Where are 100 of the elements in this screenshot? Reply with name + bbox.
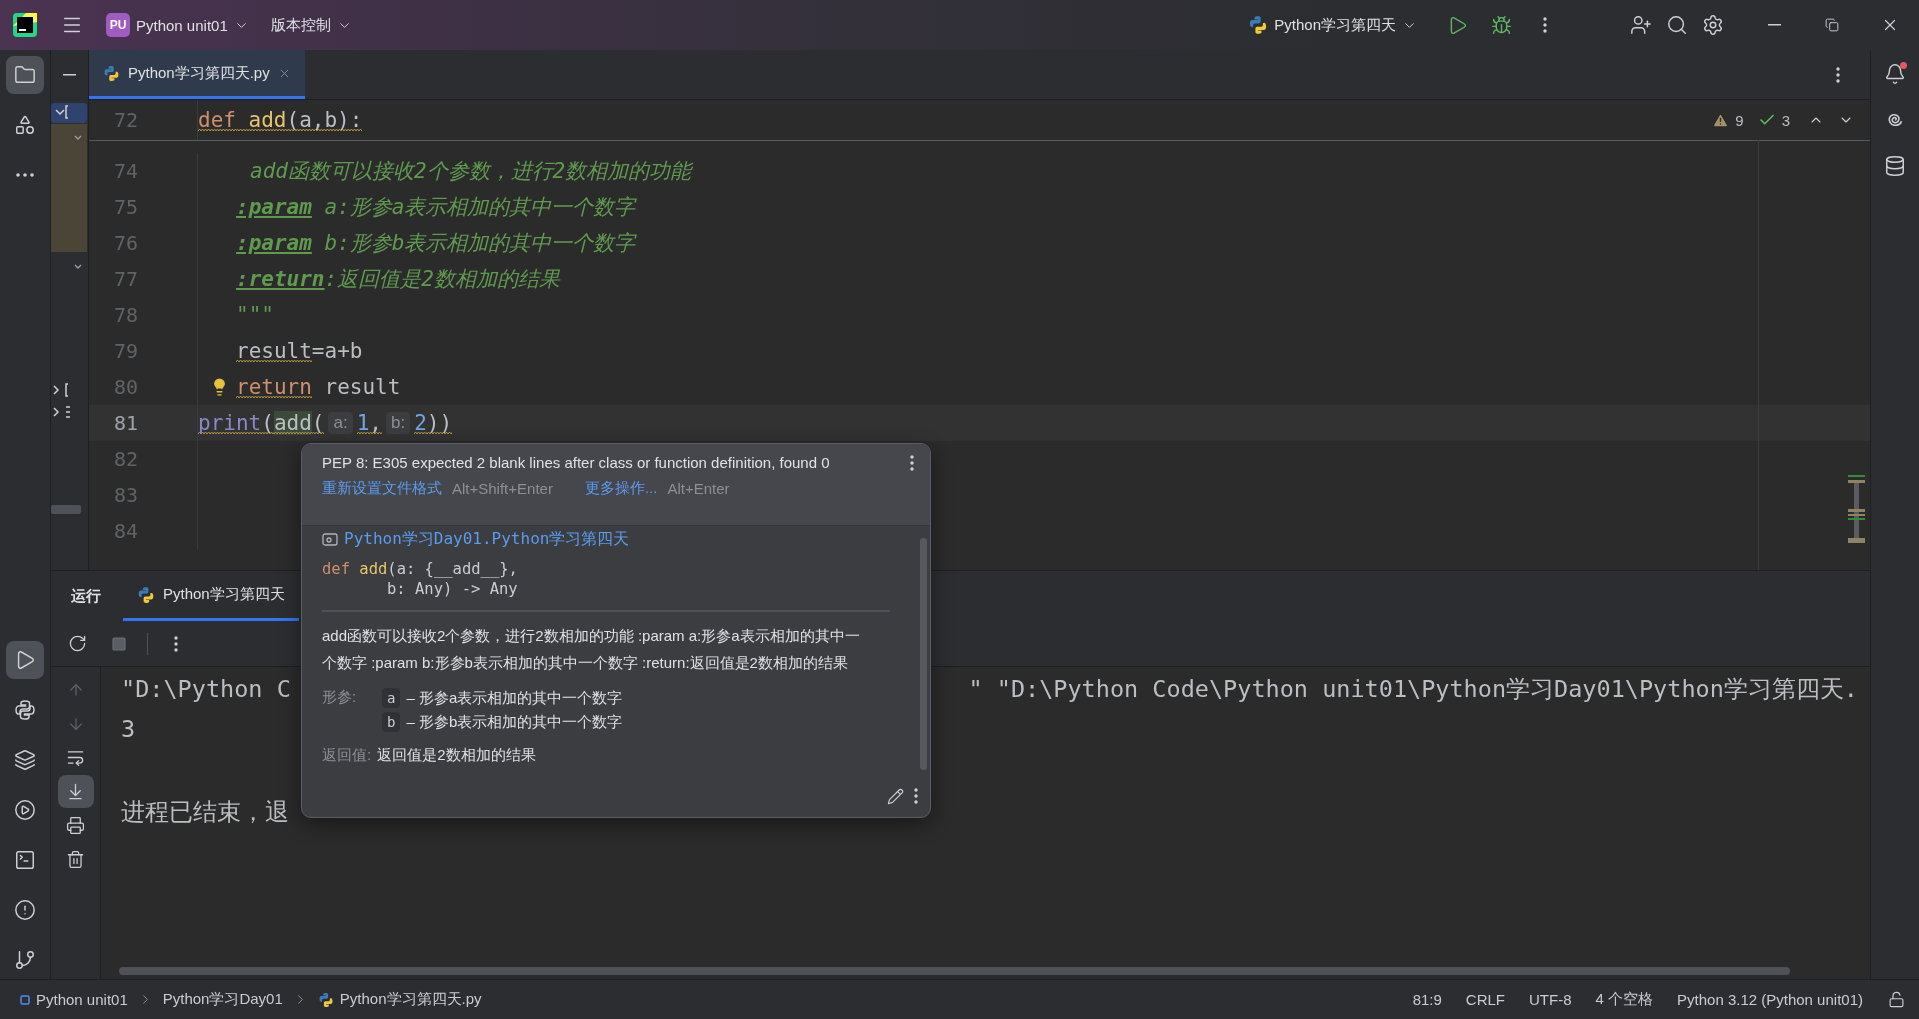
scroll-to-end-button[interactable] — [57, 775, 94, 808]
database-icon — [1884, 155, 1906, 177]
code-token: result — [236, 339, 312, 363]
parameter-hint: a: — [328, 412, 353, 434]
module-icon — [322, 532, 338, 546]
line-number: 81 — [112, 411, 138, 435]
console-text: 进程已结束，退 — [121, 797, 289, 828]
python-icon — [14, 699, 36, 721]
code-token: add — [273, 411, 312, 435]
problem-description: PEP 8: E305 expected 2 blank lines after class or function definition, found 0 — [322, 454, 830, 471]
line-number: 80 — [112, 375, 138, 399]
wrap-icon — [66, 748, 85, 767]
unread-dot — [1900, 62, 1907, 69]
project-name: Python unit01 — [136, 16, 228, 34]
run-configuration-selector[interactable]: Python学习第四天 — [1240, 9, 1425, 41]
restore-icon — [1825, 18, 1839, 32]
bug-icon — [1490, 14, 1512, 36]
breadcrumb-label: Python学习第四天.py — [339, 990, 482, 1009]
code-token: """ — [236, 303, 274, 327]
search-icon — [1666, 14, 1688, 36]
run-configuration-name: Python学习第四天 — [1274, 15, 1396, 35]
code-token: print — [198, 411, 262, 435]
returns-label: 返回值: — [322, 746, 372, 765]
code-token: 2 — [414, 411, 427, 435]
shortcut-hint: Alt+Enter — [667, 480, 730, 497]
rerun-icon — [67, 634, 87, 653]
line-number: 77 — [112, 267, 138, 291]
breadcrumb[interactable]: Python unit01 — [16, 989, 132, 1010]
run-tab[interactable]: Python学习第四天 — [123, 571, 299, 621]
more-icon[interactable] — [1836, 66, 1840, 83]
line-separator[interactable]: CRLF — [1456, 989, 1514, 1010]
parameter-hint: b: — [385, 412, 411, 434]
more-icon[interactable] — [914, 788, 918, 804]
branch-icon — [14, 949, 36, 971]
module-path-link[interactable]: Python学习Day01.Python学习第四天 — [344, 528, 630, 550]
play-circle-icon — [14, 799, 36, 821]
code-token: add — [235, 108, 287, 132]
shapes-icon — [14, 114, 36, 136]
more-icon[interactable] — [174, 635, 178, 652]
panel-title: 运行 — [71, 585, 101, 606]
stop-icon — [111, 635, 127, 652]
vcs-menu[interactable]: 版本控制 — [262, 9, 360, 41]
breadcrumb[interactable]: Python学习第四天.py — [313, 988, 486, 1011]
vcs-label: 版本控制 — [270, 15, 331, 35]
signature-token: add — [359, 560, 388, 578]
indent-setting[interactable]: 4 个空格 — [1586, 988, 1663, 1011]
interpreter-selector[interactable]: Python 3.12 (Python unit01) — [1668, 989, 1872, 1010]
signature-token: (a: {__add__}, — [387, 560, 518, 578]
tool-window-button[interactable] — [6, 641, 44, 679]
file-tab[interactable]: Python学习第四天.py — [89, 50, 305, 99]
line-number: 75 — [112, 195, 138, 219]
param-description: – 形参a表示相加的其中一个数字 — [406, 688, 623, 708]
weak-warning-count: 3 — [1781, 111, 1790, 129]
project-badge: PU — [106, 13, 130, 37]
layers-icon — [14, 749, 36, 771]
tool-window-button[interactable] — [6, 56, 44, 94]
alert-icon — [14, 899, 36, 921]
warning-count: 9 — [1735, 111, 1744, 129]
terminal-icon — [14, 849, 36, 871]
line-number: 83 — [112, 483, 138, 507]
code-token: :param — [236, 195, 312, 219]
python-icon — [1248, 15, 1269, 35]
bell-icon — [1884, 63, 1906, 85]
settings-icon — [1702, 14, 1724, 36]
error-stripe-drawing — [1848, 475, 1866, 545]
docstring-text: add函数可以接收2个参数，进行2数相加的功能 :param a:形参a表示相加的其中一个数字 :param b:形参b表示相加的其中一个数字 :return:返回值是2数相加的结果 — [322, 626, 861, 673]
scrollbar-thumb[interactable] — [920, 538, 927, 770]
more-icon[interactable] — [1543, 17, 1547, 33]
code-token: a:形参a表示相加的其中一个数字 — [323, 194, 636, 221]
lock-icon[interactable] — [1888, 991, 1905, 1008]
param-name: b — [382, 712, 401, 732]
code-token: :返回值是2数相加的结果 — [324, 266, 560, 293]
scrollbar-thumb[interactable] — [119, 967, 1790, 975]
printer-icon — [66, 816, 85, 835]
params-label: 形参: — [322, 688, 358, 707]
pencil-icon[interactable] — [887, 788, 904, 805]
param-description: – 形参b表示相加的其中一个数字 — [406, 712, 623, 732]
signature-token: b: Any) -> Any — [387, 580, 518, 598]
scroll-end-icon — [66, 782, 85, 801]
line-number: 76 — [112, 231, 138, 255]
more-icon — [16, 173, 34, 177]
app-logo[interactable] — [12, 12, 38, 38]
code-token: :return — [236, 267, 325, 291]
file-encoding[interactable]: UTF-8 — [1520, 989, 1581, 1010]
code-token: def — [198, 108, 236, 132]
line-number: 82 — [112, 447, 138, 471]
breadcrumb-label: Python unit01 — [36, 991, 128, 1008]
minimize-icon — [63, 74, 76, 76]
code-token: )) — [426, 411, 453, 435]
project-selector[interactable]: PU Python unit01 — [98, 7, 257, 43]
python-icon — [317, 991, 334, 1008]
more-icon[interactable] — [910, 454, 914, 471]
warning-icon — [1712, 111, 1730, 129]
python-icon — [137, 585, 155, 604]
caret-position[interactable]: 81:9 — [1403, 989, 1451, 1010]
returns-description: 返回值是2数相加的结果 — [377, 746, 536, 765]
line-number: 74 — [112, 159, 138, 183]
code-token: :param — [236, 231, 312, 255]
line-number: 72 — [112, 108, 138, 132]
line-number: 84 — [112, 519, 138, 543]
